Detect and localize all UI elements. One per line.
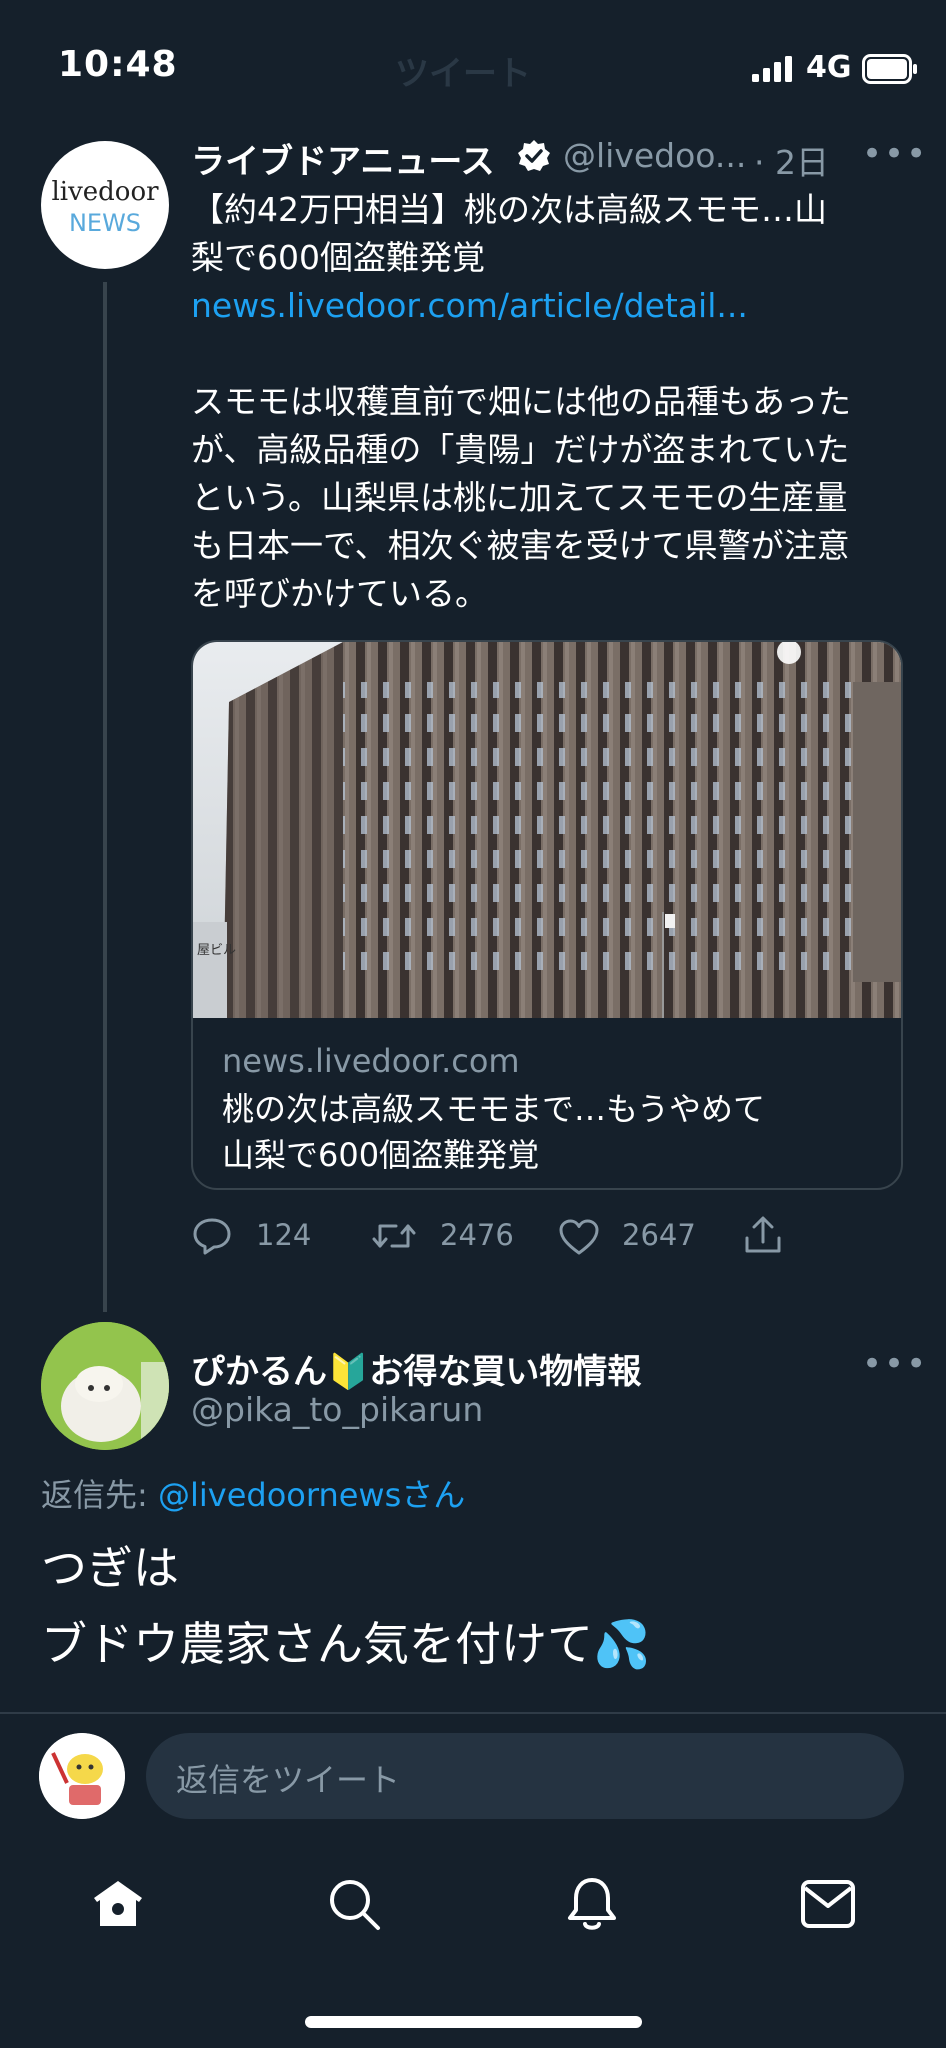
character-icon [39, 1733, 125, 1819]
sheep-icon [41, 1322, 169, 1450]
messages-icon[interactable] [800, 1878, 856, 1930]
page-title: ツイート [395, 54, 531, 94]
tweet-avatar[interactable]: livedoor NEWS [41, 141, 169, 269]
tweet-body-line: スモモは収穫直前で畑には他の品種もあった [191, 382, 851, 421]
tweet-body-line: という。山梨県は桃に加えてスモモの生産量 [191, 478, 848, 517]
tweet-text-line: 梨で600個盗難発覚 [191, 238, 485, 277]
tweet-handle[interactable]: @livedoo... [563, 136, 746, 175]
more-icon[interactable]: ••• [862, 1344, 928, 1384]
reply-icon[interactable] [192, 1216, 232, 1256]
card-title: 桃の次は高級スモモまで…もうやめて 山梨で600個盗難発覚 [222, 1086, 872, 1178]
tweet-text-line: 【約42万円相当】桃の次は高級スモモ…山 [191, 190, 827, 229]
home-icon[interactable] [90, 1876, 146, 1932]
compose-placeholder: 返信をツイート [176, 1761, 401, 1799]
signal-icon [752, 56, 792, 82]
share-icon[interactable] [742, 1214, 784, 1256]
reply-handle[interactable]: @pika_to_pikarun [191, 1390, 483, 1429]
tweet-body-line: も日本一で、相次ぐ被害を受けて県警が注意 [191, 526, 850, 565]
home-indicator [305, 2016, 642, 2028]
reply-text-line: ブドウ農家さん気を付けて💦 [41, 1617, 651, 1671]
divider [0, 1712, 946, 1714]
reply-compose-input[interactable]: 返信をツイート [146, 1733, 904, 1819]
more-icon[interactable]: ••• [862, 134, 928, 174]
retweet-icon[interactable] [372, 1216, 416, 1256]
avatar-logo-text: livedoor [51, 177, 159, 207]
thread-line [103, 282, 107, 1312]
like-icon[interactable] [558, 1218, 600, 1256]
card-title-line: 桃の次は高級スモモまで…もうやめて [222, 1090, 766, 1128]
card-title-line: 山梨で600個盗難発覚 [222, 1136, 540, 1174]
verified-badge-icon [518, 140, 550, 171]
tweet-body-line: を呼びかけている。 [191, 574, 488, 613]
card-domain: news.livedoor.com [222, 1042, 520, 1080]
status-time: 10:48 [58, 44, 178, 85]
tweet-time[interactable]: · 2日 [754, 136, 829, 184]
reply-avatar[interactable] [41, 1322, 169, 1450]
tweet-link[interactable]: news.livedoor.com/article/detail... [191, 286, 748, 325]
card-image-sign: 屋ビル [197, 943, 236, 958]
reply-to-mention[interactable]: @livedoornewsさん [158, 1476, 465, 1514]
reply-to: 返信先: @livedoornewsさん [41, 1470, 465, 1516]
retweet-count: 2476 [440, 1218, 514, 1252]
card-image: 屋ビル [193, 642, 901, 1018]
reply-count: 124 [256, 1218, 312, 1252]
tweet-body-line: が、高級品種の「貴陽」だけが盗まれていた [191, 430, 850, 469]
avatar-logo-subtext: NEWS [68, 209, 142, 237]
reply-to-label: 返信先: [41, 1476, 158, 1514]
reply-author-name[interactable]: ぴかるん🔰お得な買い物情報 [191, 1344, 641, 1393]
my-avatar[interactable] [39, 1733, 125, 1819]
reply-text-line: つぎは [41, 1541, 179, 1595]
link-card[interactable]: 屋ビル news.livedoor.com 桃の次は高級スモモまで…もうやめて … [191, 640, 903, 1190]
notifications-icon[interactable] [564, 1874, 620, 1934]
network-type: 4G [806, 50, 852, 85]
tweet-author-name[interactable]: ライブドアニュース [191, 134, 495, 183]
like-count: 2647 [622, 1218, 696, 1252]
search-icon[interactable] [326, 1876, 382, 1932]
battery-icon [862, 54, 917, 84]
